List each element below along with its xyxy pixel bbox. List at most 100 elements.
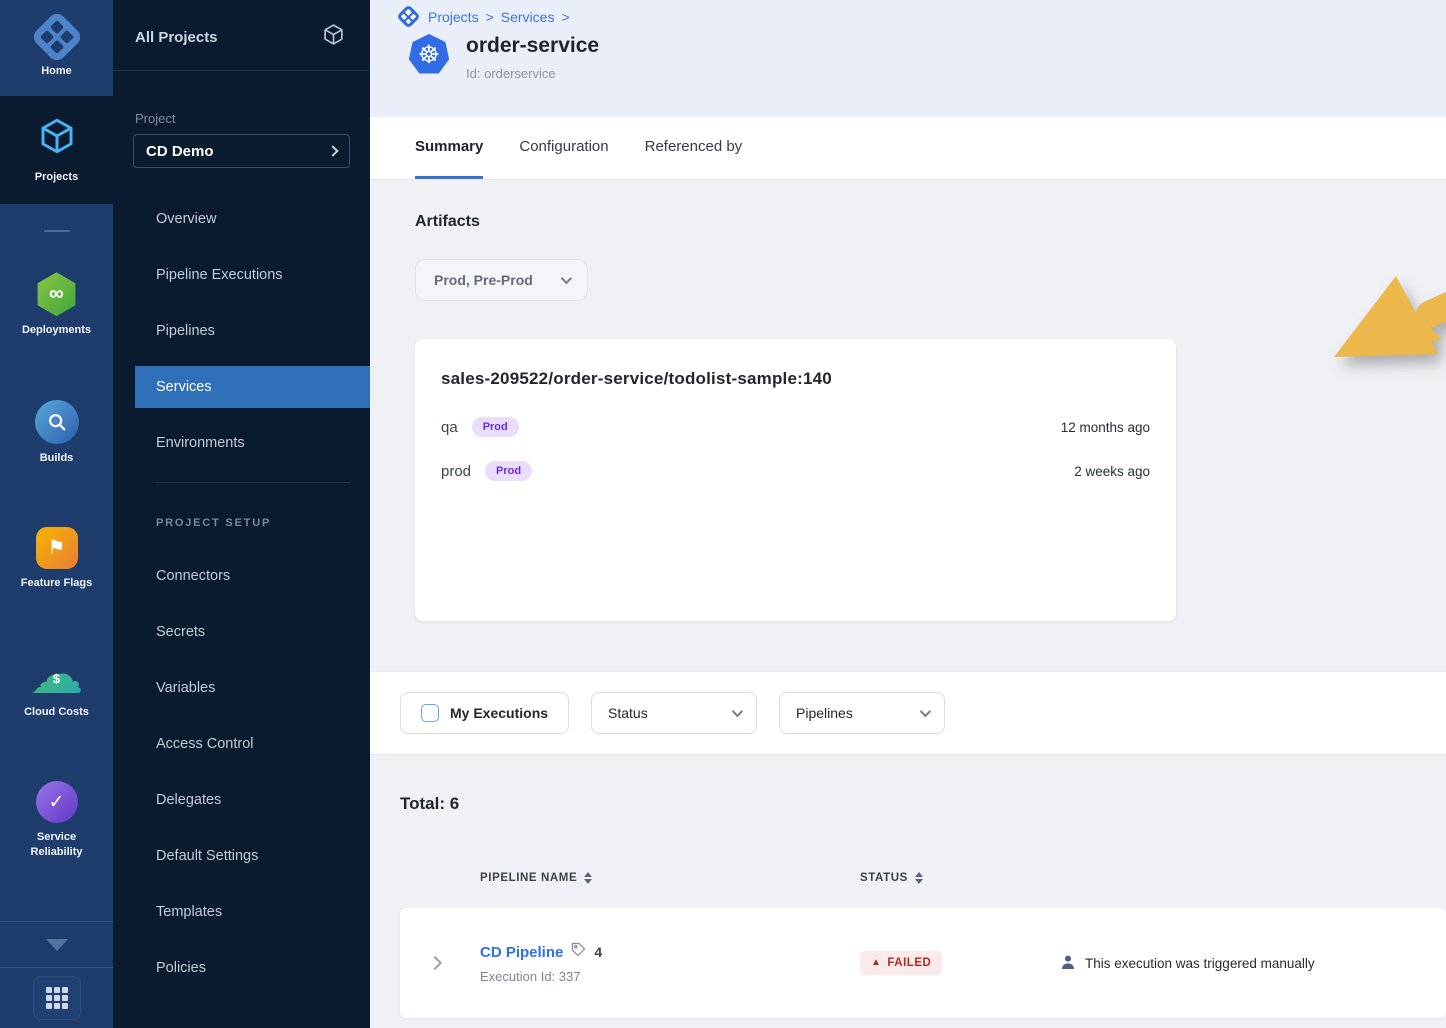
status-badge-failed: ▲ FAILED bbox=[860, 951, 942, 975]
execution-row[interactable]: CD Pipeline 4 Execution Id: 337 ▲ FAILED bbox=[400, 908, 1446, 1018]
sidebar-item-pipelines[interactable]: Pipelines bbox=[135, 310, 370, 352]
pipelines-filter-dropdown[interactable]: Pipelines bbox=[779, 692, 945, 734]
executions-table-header: PIPELINE NAME STATUS bbox=[400, 872, 1446, 884]
rail-item-deployments[interactable]: ∞ Deployments bbox=[0, 272, 113, 337]
cube-icon[interactable] bbox=[321, 22, 346, 52]
service-id: Id: orderservice bbox=[466, 66, 599, 81]
env-type-badge: Prod bbox=[472, 417, 519, 437]
page-header: Projects > Services > ☸ order-service Id… bbox=[370, 0, 1446, 117]
pipelines-filter-label: Pipelines bbox=[796, 705, 853, 721]
warning-triangle-icon: ▲ bbox=[871, 958, 881, 968]
trigger-info: This execution was triggered manually bbox=[1060, 954, 1446, 973]
cloud-costs-dollar-icon: ☁$ bbox=[31, 652, 83, 698]
sidebar-header: All Projects bbox=[113, 0, 370, 71]
breadcrumb-projects[interactable]: Projects bbox=[428, 9, 479, 25]
tab-referenced-by[interactable]: Referenced by bbox=[645, 117, 743, 179]
execution-id: Execution Id: 337 bbox=[480, 969, 860, 984]
sidebar-divider bbox=[156, 482, 350, 483]
status-filter-dropdown[interactable]: Status bbox=[591, 692, 757, 734]
rail-item-label: Projects bbox=[31, 170, 82, 184]
sidebar-item-connectors[interactable]: Connectors bbox=[135, 555, 370, 597]
tab-bar: Summary Configuration Referenced by bbox=[370, 117, 1446, 180]
sort-icon[interactable] bbox=[915, 872, 923, 884]
all-projects-title[interactable]: All Projects bbox=[135, 29, 218, 46]
rail-item-label: Deployments bbox=[18, 323, 95, 337]
module-picker-button[interactable] bbox=[33, 976, 81, 1020]
my-executions-toggle[interactable]: My Executions bbox=[400, 692, 569, 734]
artifact-card: sales-209522/order-service/todolist-samp… bbox=[415, 339, 1176, 621]
feature-flags-flag-icon: ⚑ bbox=[36, 527, 78, 569]
tag-count: 4 bbox=[594, 944, 602, 960]
sidebar-item-access-control[interactable]: Access Control bbox=[135, 723, 370, 765]
rail-bottom-controls bbox=[0, 921, 113, 1028]
deploy-time: 2 weeks ago bbox=[1074, 464, 1150, 479]
rail-item-cloud-costs[interactable]: ☁$ Cloud Costs bbox=[0, 652, 113, 719]
artifact-title: sales-209522/order-service/todolist-samp… bbox=[441, 369, 1150, 389]
sidebar-item-delegates[interactable]: Delegates bbox=[135, 779, 370, 821]
column-status[interactable]: STATUS bbox=[860, 872, 1060, 884]
rail-scroll-more[interactable] bbox=[0, 922, 113, 967]
artifact-env-row: qa Prod 12 months ago bbox=[441, 417, 1150, 437]
rail-item-label: Feature Flags bbox=[17, 576, 97, 590]
builds-magnifier-icon bbox=[35, 400, 79, 444]
executions-filter-bar: My Executions Status Pipelines bbox=[370, 671, 1446, 755]
harness-logo-icon bbox=[30, 10, 84, 64]
artifact-env-row: prod Prod 2 weeks ago bbox=[441, 461, 1150, 481]
environment-filter-dropdown[interactable]: Prod, Pre-Prod bbox=[415, 259, 588, 301]
project-sidebar: All Projects Project CD Demo Overview Pi… bbox=[113, 0, 370, 1028]
env-name: prod bbox=[441, 463, 471, 480]
breadcrumb-separator: > bbox=[561, 9, 569, 25]
tab-configuration[interactable]: Configuration bbox=[519, 117, 608, 179]
rail-item-label: Cloud Costs bbox=[20, 705, 93, 719]
sidebar-item-default-settings[interactable]: Default Settings bbox=[135, 835, 370, 877]
rail-item-label: Builds bbox=[36, 451, 78, 465]
rail-item-label: Service Reliability bbox=[17, 830, 97, 859]
rail-divider bbox=[0, 967, 113, 968]
tab-summary[interactable]: Summary bbox=[415, 117, 483, 179]
cube-icon bbox=[36, 115, 78, 162]
rail-item-feature-flags[interactable]: ⚑ Feature Flags bbox=[0, 527, 113, 590]
my-executions-checkbox[interactable] bbox=[421, 704, 439, 722]
rail-item-projects[interactable]: Projects bbox=[0, 96, 113, 204]
executions-section: Total: 6 PIPELINE NAME STATUS CD Pipelin… bbox=[370, 755, 1446, 1018]
my-executions-label: My Executions bbox=[450, 705, 548, 721]
sort-icon[interactable] bbox=[584, 872, 592, 884]
project-selector[interactable]: CD Demo bbox=[133, 134, 350, 168]
sidebar-item-pipeline-executions[interactable]: Pipeline Executions bbox=[135, 254, 370, 296]
environment-filter-value: Prod, Pre-Prod bbox=[434, 272, 533, 288]
env-type-badge: Prod bbox=[485, 461, 532, 481]
rail-item-home[interactable]: Home bbox=[0, 0, 113, 96]
deploy-time: 12 months ago bbox=[1061, 420, 1150, 435]
sidebar-item-overview[interactable]: Overview bbox=[135, 198, 370, 240]
rail-item-builds[interactable]: Builds bbox=[0, 400, 113, 465]
main-content: Projects > Services > ☸ order-service Id… bbox=[370, 0, 1446, 1028]
rail-item-label: Home bbox=[37, 64, 76, 78]
rail-item-service-reliability[interactable]: ✓ Service Reliability bbox=[0, 781, 113, 859]
sidebar-item-environments[interactable]: Environments bbox=[135, 422, 370, 464]
sidebar-item-secrets[interactable]: Secrets bbox=[135, 611, 370, 653]
page-title: order-service bbox=[466, 34, 599, 58]
artifacts-section: Artifacts Prod, Pre-Prod sales-209522/or… bbox=[370, 180, 1446, 621]
sidebar-item-services[interactable]: Services bbox=[135, 366, 370, 408]
user-icon bbox=[1060, 954, 1076, 973]
sidebar-item-policies[interactable]: Policies bbox=[135, 947, 370, 989]
breadcrumb-services[interactable]: Services bbox=[501, 9, 555, 25]
total-count: Total: 6 bbox=[400, 794, 1446, 814]
chevron-down-icon bbox=[561, 273, 572, 284]
project-label: Project bbox=[135, 111, 348, 126]
chevron-down-icon bbox=[920, 706, 931, 717]
column-pipeline-name[interactable]: PIPELINE NAME bbox=[480, 872, 860, 884]
service-reliability-check-icon: ✓ bbox=[36, 781, 78, 823]
breadcrumb: Projects > Services > bbox=[400, 8, 1446, 25]
sidebar-item-templates[interactable]: Templates bbox=[135, 891, 370, 933]
rail-divider bbox=[44, 230, 70, 233]
tag-icon bbox=[571, 942, 586, 962]
status-filter-label: Status bbox=[608, 705, 648, 721]
deployments-infinity-icon: ∞ bbox=[35, 272, 79, 316]
chevron-right-icon bbox=[327, 145, 338, 156]
project-selector-value: CD Demo bbox=[146, 143, 214, 160]
expand-chevron-icon[interactable] bbox=[428, 956, 442, 970]
module-rail: Home Projects ∞ Deployments Builds ⚑ Fea… bbox=[0, 0, 113, 1028]
pipeline-name-link[interactable]: CD Pipeline bbox=[480, 944, 563, 961]
sidebar-item-variables[interactable]: Variables bbox=[135, 667, 370, 709]
